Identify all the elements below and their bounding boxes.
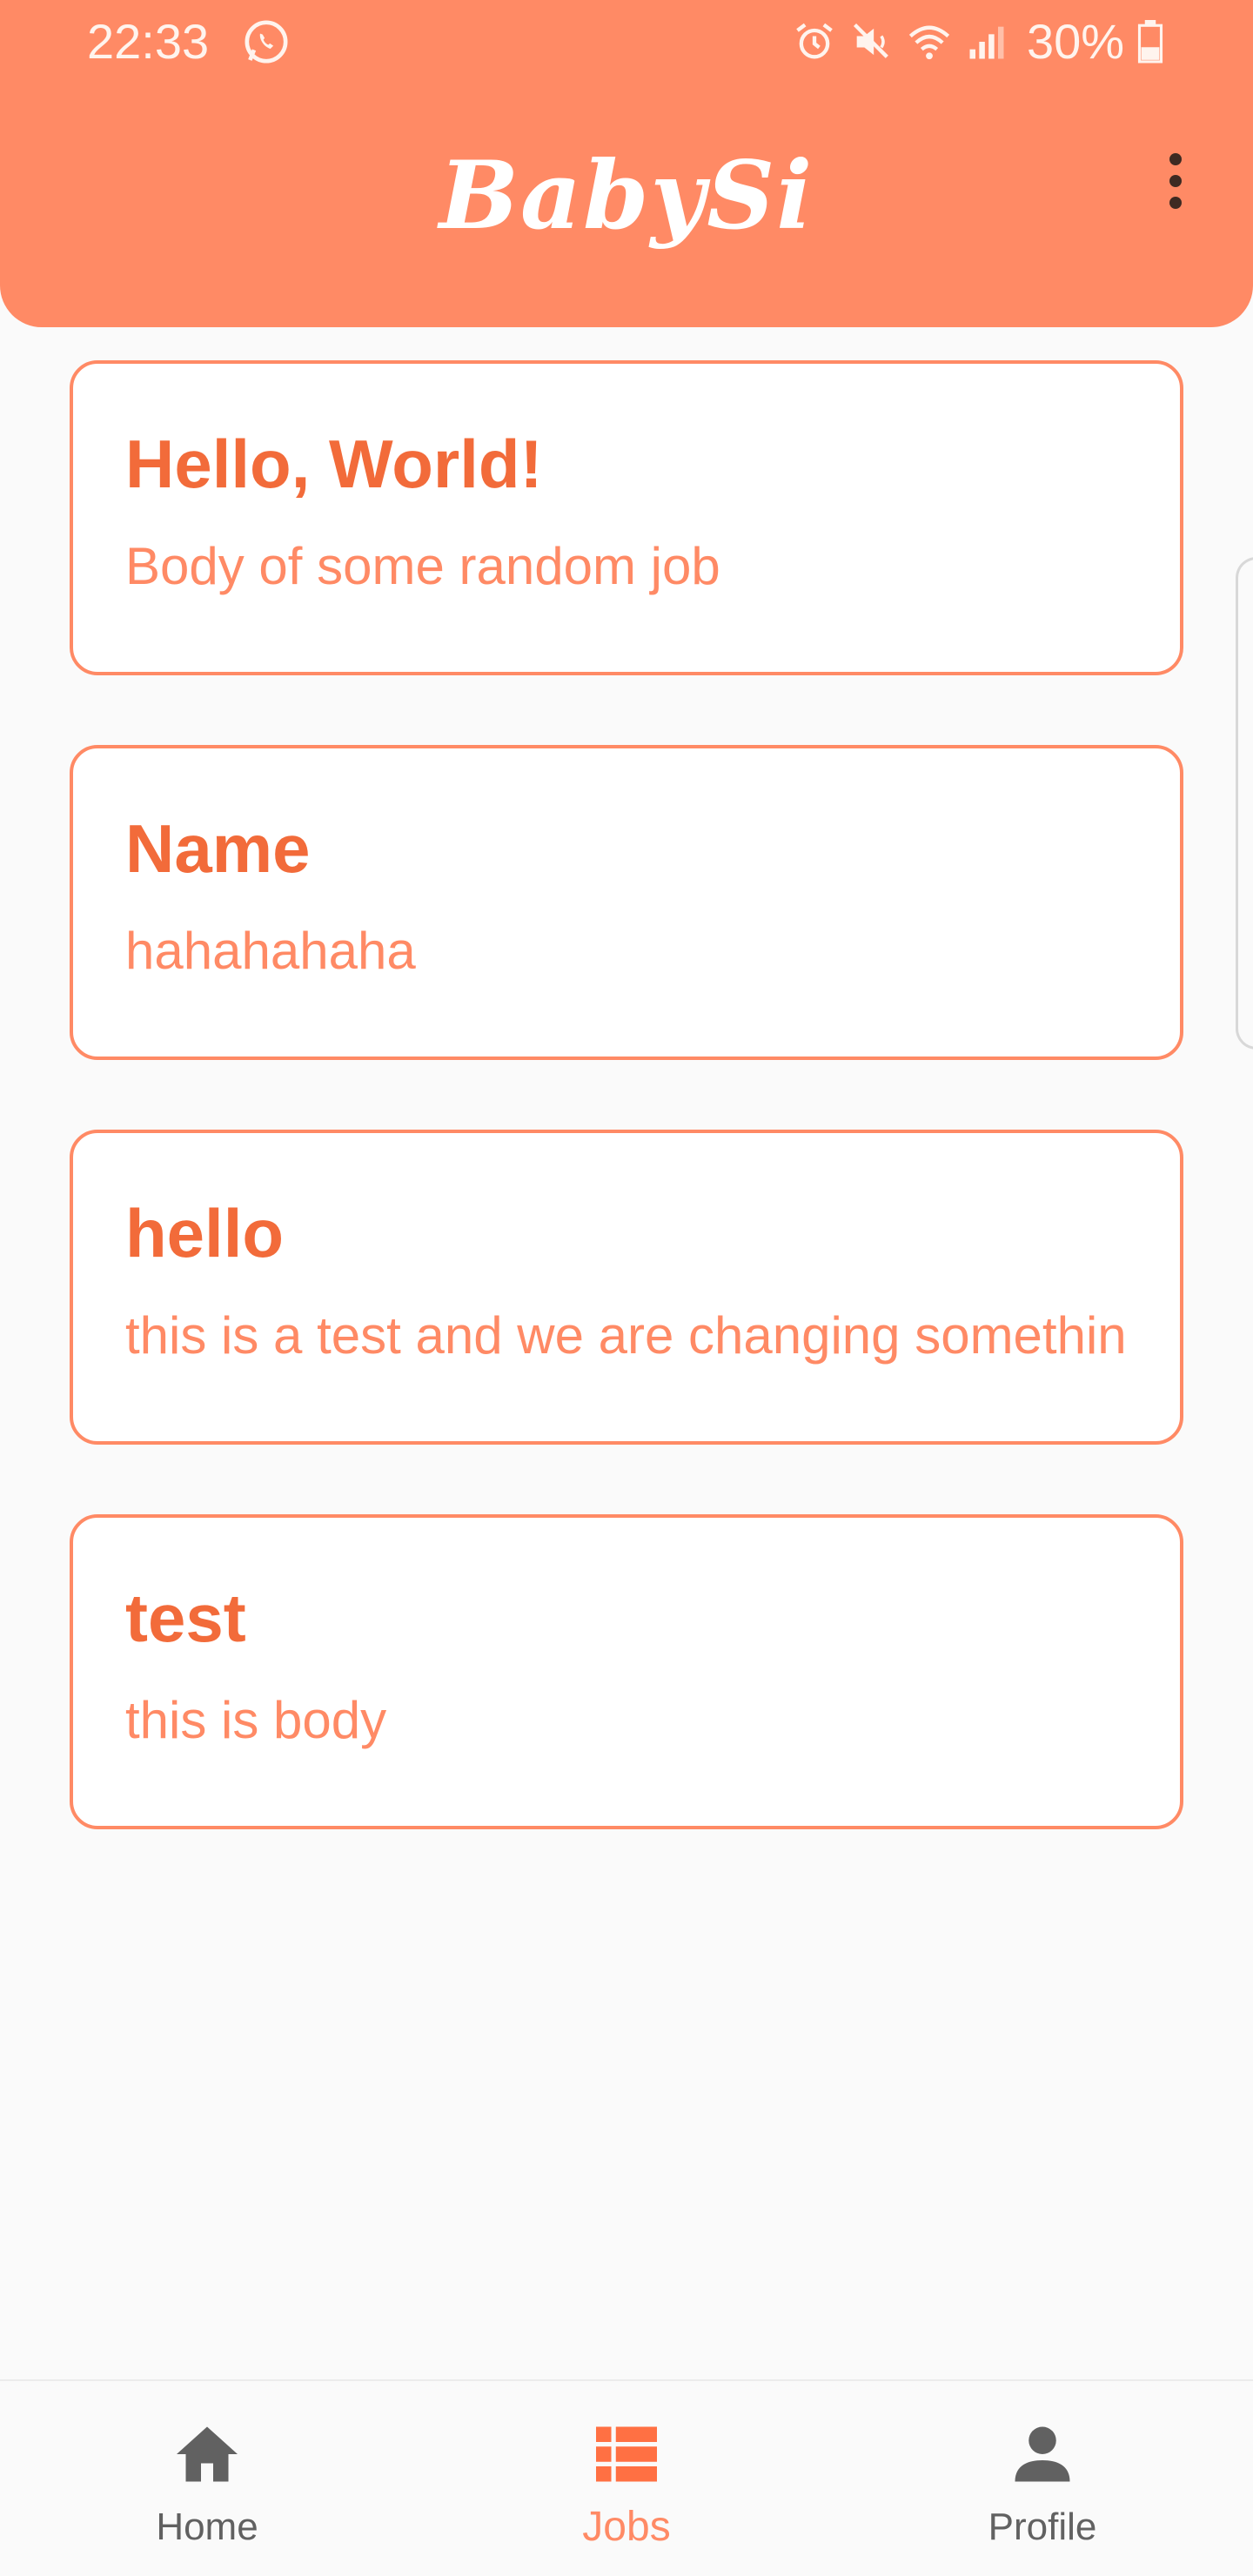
job-body: hahahahaha <box>125 922 416 980</box>
app-title: BabySi <box>439 141 814 251</box>
bottom-navigation: Home Jobs Profile <box>0 2379 1253 2576</box>
status-time: 22:33 <box>87 14 210 69</box>
mute-icon <box>853 23 888 58</box>
edge-panel-handle[interactable] <box>1236 557 1253 1050</box>
alarm-icon <box>796 23 833 59</box>
status-bar: 22:33 30% <box>0 0 1253 85</box>
battery-percent: 30% <box>1027 14 1125 69</box>
job-card[interactable]: test this is body <box>70 1514 1183 1829</box>
app-bar: 22:33 30% BabySi <box>0 0 1253 327</box>
job-title: test <box>125 1580 246 1656</box>
more-vert-icon[interactable] <box>1154 146 1197 216</box>
job-body: this is body <box>125 1691 387 1749</box>
nav-label-profile: Profile <box>988 2506 1097 2548</box>
job-card[interactable]: Name hahahahaha <box>70 745 1183 1060</box>
person-icon <box>1015 2426 1070 2482</box>
nav-item-profile[interactable]: Profile <box>886 2381 1199 2576</box>
job-card[interactable]: Hello, World! Body of some random job <box>70 360 1183 675</box>
job-title: Name <box>125 810 311 887</box>
whatsapp-icon <box>245 20 288 64</box>
wifi-icon <box>908 25 950 60</box>
nav-item-home[interactable]: Home <box>50 2381 364 2576</box>
list-icon <box>596 2426 657 2482</box>
battery-icon <box>1138 20 1163 64</box>
menu-dot <box>1169 175 1182 187</box>
signal-icon <box>969 26 1004 59</box>
menu-dot <box>1169 197 1182 209</box>
menu-dot <box>1169 153 1182 165</box>
status-icons: 30% <box>792 16 1164 68</box>
home-icon <box>177 2426 238 2482</box>
job-card[interactable]: hello this is a test and we are changing… <box>70 1130 1183 1445</box>
job-body: this is a test and we are changing somet… <box>125 1306 1128 1365</box>
job-body: Body of some random job <box>125 537 720 595</box>
job-title: Hello, World! <box>125 426 543 502</box>
nav-label-jobs: Jobs <box>582 2504 671 2550</box>
nav-label-home: Home <box>156 2506 258 2548</box>
job-title: hello <box>125 1195 285 1271</box>
nav-item-jobs[interactable]: Jobs <box>470 2381 783 2576</box>
screen: 22:33 30% BabySi Hello, World! Body of s… <box>0 0 1253 2576</box>
job-list: Hello, World! Body of some random job Na… <box>70 360 1183 1899</box>
